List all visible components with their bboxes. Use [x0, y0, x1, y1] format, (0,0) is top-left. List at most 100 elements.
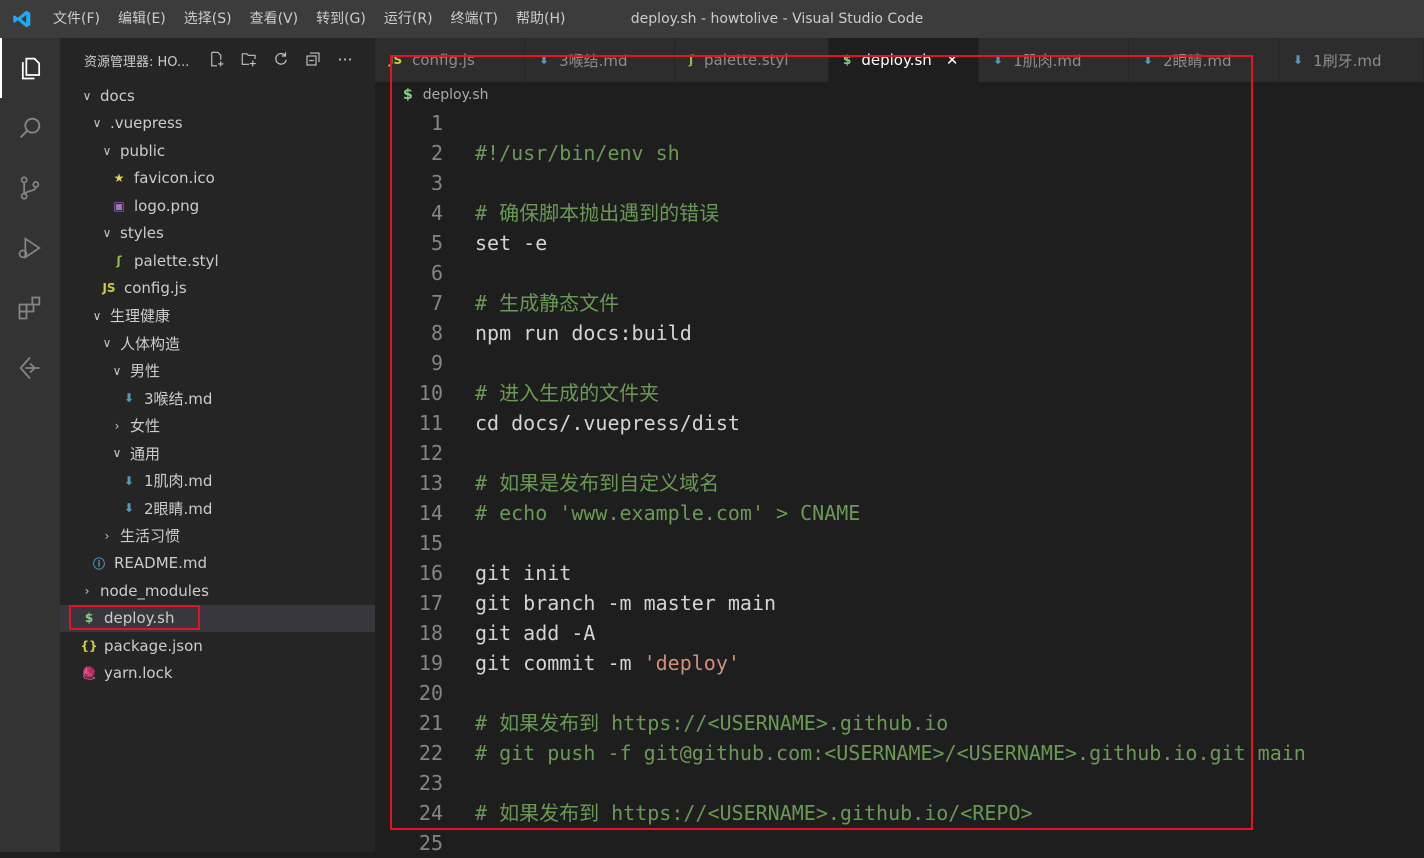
tree-file[interactable]: ⬇ 1肌肉.md: [60, 467, 375, 494]
chevron-down-icon: ∨: [102, 336, 112, 350]
editor-tab[interactable]: ʃ palette.styl: [675, 38, 829, 82]
line-number: 12: [418, 441, 443, 465]
code-text: # 如果是发布到自定义域名: [475, 468, 719, 498]
run-debug-icon[interactable]: [0, 218, 60, 278]
chevron-right-icon: ›: [104, 528, 110, 543]
extensions-icon[interactable]: [0, 278, 60, 338]
code-token: set -e: [475, 231, 548, 255]
tree-folder[interactable]: ∨ .vuepress: [60, 110, 375, 137]
tree-file[interactable]: ʃ palette.styl: [60, 247, 375, 274]
tree-folder[interactable]: › 生活习惯: [60, 522, 375, 549]
line-number: 21: [418, 711, 443, 735]
editor-tab[interactable]: ⬇ 1刷牙.md: [1279, 38, 1424, 82]
chevron-right-icon: ›: [114, 418, 120, 433]
menu-item[interactable]: 转到(G): [307, 0, 375, 38]
file-type-icon: $: [84, 611, 94, 625]
explorer-icon[interactable]: [0, 38, 60, 98]
tree-folder[interactable]: ∨ docs: [60, 82, 375, 109]
close-icon[interactable]: ✕: [946, 51, 959, 69]
chevron-down-icon: ∨: [112, 446, 122, 460]
tree-folder[interactable]: ∨ 男性: [60, 357, 375, 384]
code-line: 21 # 如果发布到 https://<USERNAME>.github.io: [375, 708, 1424, 738]
editor-tab[interactable]: ⬇ 2眼睛.md: [1129, 38, 1279, 82]
tree-file[interactable]: ⓘ README.md: [60, 550, 375, 577]
editor-tab[interactable]: $ deploy.sh ✕: [829, 38, 979, 82]
tree-folder[interactable]: ∨ 人体构造: [60, 330, 375, 357]
search-icon[interactable]: [0, 98, 60, 158]
tree-item-label: styles: [120, 224, 164, 242]
line-number: 8: [430, 321, 443, 345]
line-number: 10: [418, 381, 443, 405]
code-text: # 生成静态文件: [475, 288, 619, 318]
file-type-icon: ʃ: [116, 253, 122, 268]
code-token: # 如果发布到 https://<USERNAME>.github.io/<RE…: [475, 801, 1033, 825]
tree-file[interactable]: 🧶 yarn.lock: [60, 660, 375, 687]
menu-item[interactable]: 文件(F): [44, 0, 109, 38]
editor-tab[interactable]: JS config.js: [375, 38, 525, 82]
tab-label: 1刷牙.md: [1313, 51, 1382, 70]
code-token: # 进入生成的文件夹: [475, 381, 660, 405]
tree-folder[interactable]: › 女性: [60, 412, 375, 439]
tree-folder[interactable]: › node_modules: [60, 577, 375, 604]
tree-file[interactable]: JS config.js: [60, 275, 375, 302]
remote-explorer-icon[interactable]: [0, 338, 60, 398]
menu-item[interactable]: 选择(S): [175, 0, 241, 38]
menu-item[interactable]: 查看(V): [241, 0, 308, 38]
collapse-all-icon[interactable]: [302, 48, 324, 70]
code-token: git commit -m: [475, 651, 644, 675]
code-text: # echo 'www.example.com' > CNAME: [475, 498, 860, 528]
line-number: 17: [418, 591, 443, 615]
code-text: # 如果发布到 https://<USERNAME>.github.io: [475, 708, 948, 738]
tab-label: 3喉结.md: [559, 51, 628, 70]
tree-item-label: 通用: [130, 444, 161, 463]
tree-folder[interactable]: ∨ 生理健康: [60, 302, 375, 329]
code-text: set -e: [475, 228, 547, 258]
code-text: #!/usr/bin/env sh: [475, 138, 680, 168]
tree-item-label: yarn.lock: [104, 664, 173, 682]
tab-label: palette.styl: [703, 51, 789, 69]
tree-file[interactable]: ⬇ 3喉结.md: [60, 385, 375, 412]
tree-item-label: 男性: [130, 362, 161, 380]
code-line: 20: [375, 678, 1424, 708]
code-line: 7 # 生成静态文件: [375, 288, 1424, 318]
code-text: # 进入生成的文件夹: [475, 378, 659, 408]
line-number: 4: [430, 201, 443, 225]
new-file-icon[interactable]: [206, 48, 228, 70]
tree-file[interactable]: ★ favicon.ico: [60, 165, 375, 192]
code-text: # git push -f git@github.com:<USERNAME>/…: [475, 738, 1306, 768]
breadcrumb-file[interactable]: deploy.sh: [423, 87, 489, 103]
file-type-icon: ⬇: [1143, 53, 1154, 67]
line-number: 3: [430, 171, 443, 195]
code-token: npm run docs:build: [475, 321, 692, 345]
menu-item[interactable]: 运行(R): [375, 0, 442, 38]
menu-item[interactable]: 编辑(E): [109, 0, 175, 38]
tree-folder[interactable]: ∨ 通用: [60, 440, 375, 467]
new-folder-icon[interactable]: [238, 48, 260, 70]
source-control-icon[interactable]: [0, 158, 60, 218]
tree-file[interactable]: ⬇ 2眼睛.md: [60, 495, 375, 522]
menu-item[interactable]: 帮助(H): [507, 0, 574, 38]
code-text: git branch -m master main: [475, 588, 776, 618]
tree-folder[interactable]: ∨ public: [60, 137, 375, 164]
code-line: 8 npm run docs:build: [375, 318, 1424, 348]
code-token: # echo 'www.example.com' > CNAME: [475, 501, 861, 525]
code-token: # git push -f git@github.com:<USERNAME>/…: [475, 741, 1306, 765]
line-number: 14: [418, 501, 443, 525]
tree-file[interactable]: ▣ logo.png: [60, 192, 375, 219]
code-editor[interactable]: 1 2 #!/usr/bin/env sh 3 4 # 确保脚本抛出遇到的错误 5 set -…: [375, 108, 1424, 855]
chevron-down-icon: ∨: [92, 308, 102, 323]
code-token: #!/usr/bin/env sh: [475, 141, 680, 165]
line-number: 20: [418, 681, 443, 705]
chevron-down-icon: ∨: [102, 226, 112, 240]
tree-file[interactable]: {} package.json: [60, 632, 375, 659]
refresh-icon[interactable]: [270, 48, 292, 70]
code-line: 2 #!/usr/bin/env sh: [375, 138, 1424, 168]
tree-file[interactable]: $ deploy.sh: [60, 604, 375, 632]
editor-tab[interactable]: ⬇ 3喉结.md: [525, 38, 675, 82]
editor-tab[interactable]: ⬇ 1肌肉.md: [979, 38, 1129, 82]
menu-item[interactable]: 终端(T): [442, 0, 507, 38]
tree-folder[interactable]: ∨ styles: [60, 220, 375, 247]
more-actions-icon[interactable]: ···: [334, 48, 356, 70]
chevron-down-icon: ∨: [82, 88, 92, 103]
code-line: 9: [375, 348, 1424, 378]
